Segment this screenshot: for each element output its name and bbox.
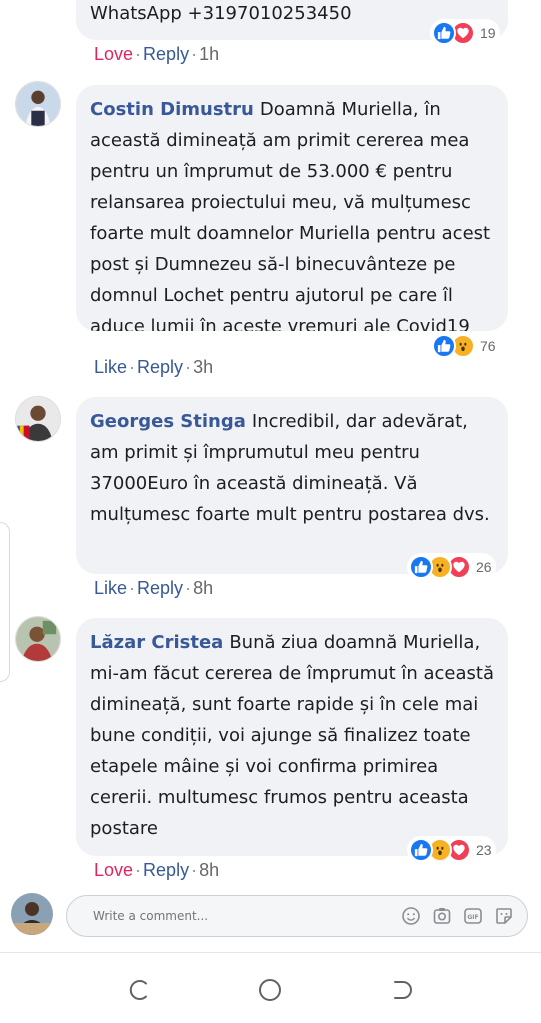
- reaction-summary[interactable]: 26: [407, 553, 496, 581]
- comment-actions: Like · Reply · 3h: [94, 357, 214, 377]
- reply-button[interactable]: Reply: [137, 357, 183, 377]
- camera-icon[interactable]: [431, 905, 453, 927]
- react-button[interactable]: Love: [94, 44, 133, 64]
- comment-bubble: Georges Stinga Incredibil, dar adevărat, …: [76, 397, 508, 574]
- reaction-count: 76: [480, 338, 496, 354]
- reply-button[interactable]: Reply: [137, 578, 183, 598]
- comment-time: 1h: [199, 44, 220, 64]
- reaction-count: 26: [476, 559, 492, 575]
- comment-time: 8h: [199, 860, 220, 880]
- composer-avatar: [11, 893, 53, 935]
- react-button[interactable]: Like: [94, 578, 127, 598]
- like-icon: [432, 334, 456, 358]
- avatar[interactable]: [15, 81, 61, 127]
- gif-icon[interactable]: GIF: [462, 905, 484, 927]
- comment-time: 3h: [193, 357, 214, 377]
- reaction-count: 19: [480, 25, 496, 41]
- like-icon: [432, 21, 456, 45]
- comment-text: Bună ziua doamnă Muriella, mi-am făcut c…: [90, 632, 494, 839]
- reaction-count: 23: [476, 842, 492, 858]
- side-panel-handle[interactable]: [0, 522, 10, 682]
- like-icon: [409, 838, 433, 862]
- reply-button[interactable]: Reply: [143, 44, 189, 64]
- react-button[interactable]: Love: [94, 860, 133, 880]
- svg-text:GIF: GIF: [467, 914, 478, 921]
- comment-bubble: Lăzar Cristea Bună ziua doamnă Muriella, …: [76, 618, 508, 856]
- reaction-summary[interactable]: 76: [430, 332, 500, 360]
- comment-bubble: Costin Dimustru Doamnă Muriella, în aceas…: [76, 85, 508, 331]
- home-icon[interactable]: [255, 975, 285, 1005]
- react-button[interactable]: Like: [94, 357, 127, 377]
- comment-input[interactable]: [93, 909, 393, 923]
- like-icon: [409, 555, 433, 579]
- comment-author[interactable]: Costin Dimustru: [90, 99, 254, 120]
- reaction-summary[interactable]: 19: [430, 19, 500, 47]
- back-icon[interactable]: [386, 975, 416, 1005]
- recent-apps-icon[interactable]: [125, 975, 155, 1005]
- comment-actions: Like · Reply · 8h: [94, 578, 214, 598]
- comment-author[interactable]: Georges Stinga: [90, 411, 246, 432]
- comment-text: WhatsApp +3197010253450: [90, 3, 352, 24]
- comment-text: Doamnă Muriella, în această dimineață am…: [90, 99, 491, 331]
- reaction-summary[interactable]: 23: [407, 836, 496, 864]
- sticker-icon[interactable]: [493, 905, 515, 927]
- emoji-icon[interactable]: [400, 905, 422, 927]
- comment-actions: Love · Reply · 1h: [94, 44, 220, 64]
- reply-button[interactable]: Reply: [143, 860, 189, 880]
- comment-actions: Love · Reply · 8h: [94, 860, 220, 880]
- system-navbar: [0, 953, 541, 1023]
- comment-author[interactable]: Lăzar Cristea: [90, 632, 223, 653]
- comment-composer: GIF: [66, 895, 528, 937]
- avatar[interactable]: [15, 616, 61, 662]
- comment-time: 8h: [193, 578, 214, 598]
- avatar[interactable]: [15, 396, 61, 442]
